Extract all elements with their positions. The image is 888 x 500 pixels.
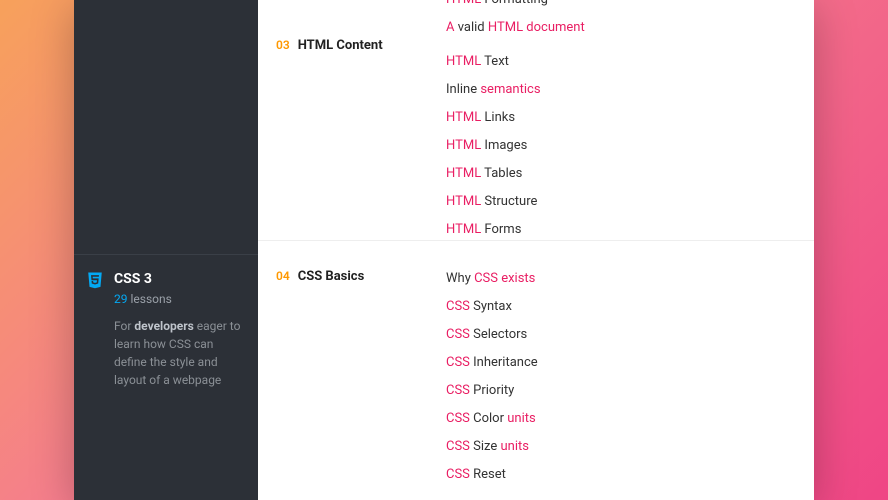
lesson-text: Structure — [481, 194, 537, 209]
lesson-text: Priority — [470, 383, 514, 398]
sidebar-lesson-count: 29 lessons — [114, 288, 246, 307]
section-04-label: 04 CSS Basics — [276, 265, 364, 284]
lesson-link[interactable]: CSS Inheritance — [446, 349, 814, 377]
lesson-link[interactable]: HTML Images — [446, 132, 814, 160]
lesson-text: valid — [454, 20, 487, 35]
sidebar-section-description: For developers eager to learn how CSS ca… — [114, 317, 246, 389]
sidebar-lesson-count-label: lessons — [128, 292, 172, 306]
lesson-text: Why — [446, 271, 474, 286]
lesson-highlight: semantics — [480, 82, 540, 97]
section-03-prelessons: HTML FormattingA valid HTML document — [446, 0, 814, 42]
sidebar-section-css3[interactable]: CSS 3 29 lessons For developers eager to… — [74, 255, 258, 405]
lesson-text: Reset — [470, 467, 506, 482]
section-04-lessons: Why CSS existsCSS SyntaxCSS SelectorsCSS… — [446, 265, 814, 489]
css3-icon — [86, 271, 104, 389]
lesson-text: Selectors — [470, 327, 527, 342]
section-04-title: CSS Basics — [298, 269, 365, 284]
section-04-number: 04 — [276, 269, 290, 283]
lesson-text: Tables — [481, 166, 522, 181]
lesson-highlight: CSS exists — [474, 271, 535, 286]
lesson-text: Inline — [446, 82, 480, 97]
lesson-highlight: CSS — [446, 411, 470, 426]
lesson-highlight: HTML — [446, 110, 481, 125]
lesson-link[interactable]: CSS Size units — [446, 433, 814, 461]
section-03-label: 03 HTML Content — [276, 34, 383, 53]
lesson-highlight: HTML — [446, 0, 481, 7]
lesson-link[interactable]: HTML Text — [446, 48, 814, 76]
lesson-link[interactable]: CSS Syntax — [446, 293, 814, 321]
lesson-highlight: CSS — [446, 383, 470, 398]
page-background: CSS 3 29 lessons For developers eager to… — [0, 0, 888, 500]
lesson-highlight: CSS — [446, 355, 470, 370]
lesson-link[interactable]: HTML Forms — [446, 216, 814, 244]
section-03-number: 03 — [276, 38, 290, 52]
sidebar-section-meta: CSS 3 29 lessons For developers eager to… — [114, 271, 246, 389]
lesson-highlight: CSS — [446, 299, 470, 314]
lesson-link[interactable]: Inline semantics — [446, 76, 814, 104]
lesson-text: Syntax — [470, 299, 512, 314]
lesson-link[interactable]: HTML Formatting — [446, 0, 814, 14]
section-03-title: HTML Content — [298, 38, 383, 53]
lesson-highlight: HTML document — [488, 20, 585, 35]
lesson-link[interactable]: HTML Tables — [446, 160, 814, 188]
lesson-highlight: units — [500, 439, 528, 454]
content-panel: CSS 3 29 lessons For developers eager to… — [74, 0, 814, 500]
main-content: HTML FormattingA valid HTML document 03 … — [258, 0, 814, 500]
lesson-link[interactable]: CSS Priority — [446, 377, 814, 405]
lesson-text: Text — [481, 54, 509, 69]
lesson-text: Images — [481, 138, 527, 153]
desc-pre: For — [114, 319, 134, 333]
lesson-link[interactable]: CSS Reset — [446, 461, 814, 489]
lesson-highlight: units — [507, 411, 535, 426]
section-03-body: HTML FormattingA valid HTML document 03 … — [258, 0, 814, 240]
sidebar-lesson-count-number: 29 — [114, 292, 128, 306]
lesson-text: Formatting — [481, 0, 548, 7]
lesson-highlight: CSS — [446, 467, 470, 482]
lesson-link[interactable]: HTML Structure — [446, 188, 814, 216]
lesson-link[interactable]: HTML Links — [446, 104, 814, 132]
sidebar: CSS 3 29 lessons For developers eager to… — [74, 0, 258, 500]
lesson-link[interactable]: Why CSS exists — [446, 265, 814, 293]
lesson-highlight: CSS — [446, 439, 470, 454]
lesson-link[interactable]: A valid HTML document — [446, 14, 814, 42]
sidebar-section-title: CSS 3 — [114, 271, 246, 288]
lesson-link[interactable]: CSS Color units — [446, 405, 814, 433]
lesson-highlight: HTML — [446, 166, 481, 181]
desc-bold: developers — [134, 319, 193, 333]
lesson-text: Forms — [481, 222, 521, 237]
lesson-text: Links — [481, 110, 515, 125]
lesson-text: Size — [470, 439, 501, 454]
section-04-body: 04 CSS Basics Why CSS existsCSS SyntaxCS… — [258, 241, 814, 500]
lesson-highlight: HTML — [446, 138, 481, 153]
lesson-highlight: HTML — [446, 222, 481, 237]
section-03-lessons: HTML TextInline semanticsHTML LinksHTML … — [446, 48, 814, 244]
sidebar-spacer-top — [74, 0, 258, 254]
lesson-link[interactable]: CSS Selectors — [446, 321, 814, 349]
lesson-text: Color — [470, 411, 507, 426]
lesson-highlight: HTML — [446, 194, 481, 209]
lesson-text: Inheritance — [470, 355, 538, 370]
lesson-highlight: HTML — [446, 54, 481, 69]
lesson-highlight: CSS — [446, 327, 470, 342]
